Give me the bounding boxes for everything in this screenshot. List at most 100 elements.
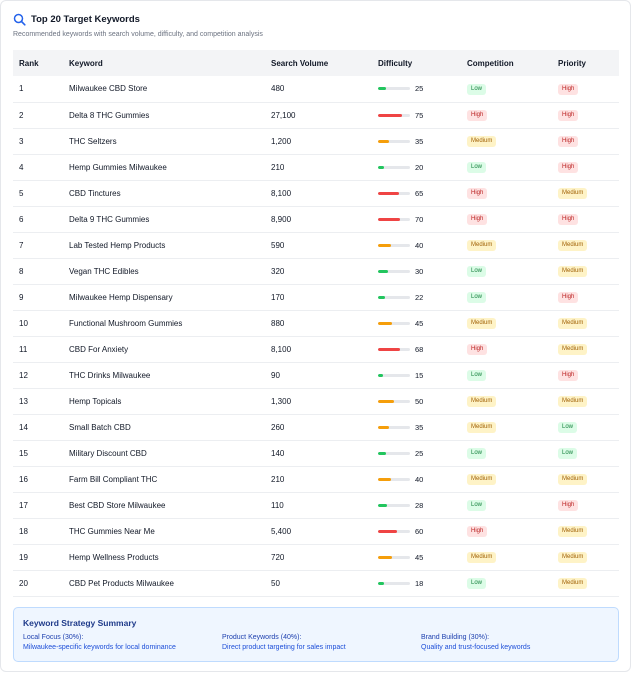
- priority-cell: High: [552, 284, 619, 310]
- rank-cell: 12: [19, 370, 28, 380]
- competition-cell: Medium: [461, 544, 552, 570]
- priority-badge: High: [558, 214, 579, 225]
- summary-heading: Product Keywords (40%):: [222, 634, 302, 641]
- table-row[interactable]: 19 Hemp Wellness Products 720 45 Medium Mediu…: [13, 544, 619, 570]
- search-volume-cell: 1,300: [271, 396, 292, 406]
- table-row[interactable]: 20 CBD Pet Products Milwaukee 50 18 Low Mediu…: [13, 570, 619, 596]
- rank-cell: 1: [19, 84, 24, 94]
- search-volume-cell: 1,200: [271, 136, 292, 146]
- keywords-table: Rank Keyword Search Volume Difficulty Co…: [13, 50, 619, 597]
- priority-badge: Medium: [558, 318, 588, 329]
- search-volume-cell: 210: [271, 474, 285, 484]
- difficulty-bar-fill: [378, 269, 388, 273]
- keyword-cell: Functional Mushroom Gummies: [69, 318, 183, 328]
- search-volume-cell: 480: [271, 84, 285, 94]
- priority-cell: Medium: [552, 310, 619, 336]
- search-icon: [13, 13, 26, 26]
- priority-badge: Medium: [558, 526, 588, 537]
- search-volume-cell: 8,100: [271, 188, 292, 198]
- summary-local-focus: Local Focus (30%): Milwaukee-specific ke…: [23, 634, 213, 651]
- difficulty-value: 30: [415, 266, 424, 276]
- priority-cell: High: [552, 128, 619, 154]
- competition-cell: Low: [461, 258, 552, 284]
- priority-cell: Medium: [552, 258, 619, 284]
- table-row[interactable]: 2 Delta 8 THC Gummies 27,100 75 High High: [13, 102, 619, 128]
- table-row[interactable]: 13 Hemp Topicals 1,300 50 Medium Medium: [13, 388, 619, 414]
- table-row[interactable]: 11 CBD For Anxiety 8,100 68 High Medium: [13, 336, 619, 362]
- rank-cell: 11: [19, 344, 28, 354]
- competition-badge: High: [467, 526, 488, 537]
- priority-badge: High: [558, 292, 579, 303]
- table-row[interactable]: 8 Vegan THC Edibles 320 30 Low Medium: [13, 258, 619, 284]
- table-row[interactable]: 9 Milwaukee Hemp Dispensary 170 22 Low High: [13, 284, 619, 310]
- rank-cell: 6: [19, 214, 24, 224]
- difficulty-value: 18: [415, 578, 424, 588]
- table-row[interactable]: 15 Military Discount CBD 140 25 Low Low: [13, 440, 619, 466]
- difficulty-cell: 65: [372, 180, 461, 206]
- column-header-difficulty[interactable]: Difficulty: [372, 50, 461, 76]
- difficulty-cell: 22: [372, 284, 461, 310]
- keyword-cell: THC Gummies Near Me: [69, 526, 155, 536]
- table-row[interactable]: 5 CBD Tinctures 8,100 65 High Medium: [13, 180, 619, 206]
- competition-cell: Low: [461, 440, 552, 466]
- difficulty-bar-track: [378, 295, 410, 299]
- column-header-rank[interactable]: Rank: [13, 50, 63, 76]
- difficulty-bar-track: [378, 451, 410, 455]
- table-row[interactable]: 18 THC Gummies Near Me 5,400 60 High Medium: [13, 518, 619, 544]
- difficulty-value: 35: [415, 422, 424, 432]
- table-row[interactable]: 3 THC Seltzers 1,200 35 Medium High: [13, 128, 619, 154]
- table-row[interactable]: 6 Delta 9 THC Gummies 8,900 70 High High: [13, 206, 619, 232]
- rank-cell: 18: [19, 526, 28, 536]
- difficulty-cell: 35: [372, 128, 461, 154]
- competition-badge: Low: [467, 162, 487, 173]
- difficulty-meter: 50: [378, 397, 461, 406]
- difficulty-cell: 25: [372, 440, 461, 466]
- table-row[interactable]: 10 Functional Mushroom Gummies 880 45 Medium…: [13, 310, 619, 336]
- search-volume-cell: 260: [271, 422, 285, 432]
- competition-cell: Low: [461, 492, 552, 518]
- column-header-keyword[interactable]: Keyword: [63, 50, 265, 76]
- rank-cell: 19: [19, 552, 28, 562]
- difficulty-bar-track: [378, 243, 410, 247]
- summary-heading: Brand Building (30%):: [421, 634, 490, 641]
- search-volume-cell: 320: [271, 266, 285, 276]
- difficulty-meter: 75: [378, 111, 461, 120]
- column-header-search-volume[interactable]: Search Volume: [265, 50, 372, 76]
- search-volume-cell: 27,100: [271, 110, 296, 120]
- column-header-priority[interactable]: Priority: [552, 50, 619, 76]
- table-row[interactable]: 4 Hemp Gummies Milwaukee 210 20 Low High: [13, 154, 619, 180]
- strategy-summary: Keyword Strategy Summary Local Focus (30…: [13, 607, 619, 662]
- keyword-cell: THC Seltzers: [69, 136, 117, 146]
- table-row[interactable]: 1 Milwaukee CBD Store 480 25 Low High: [13, 76, 619, 102]
- keyword-cell: Delta 9 THC Gummies: [69, 214, 150, 224]
- difficulty-value: 25: [415, 84, 424, 94]
- difficulty-meter: 35: [378, 137, 461, 146]
- rank-cell: 4: [19, 162, 24, 172]
- card-header: Top 20 Target Keywords Recommended keywo…: [13, 11, 618, 38]
- table-row[interactable]: 12 THC Drinks Milwaukee 90 15 Low High: [13, 362, 619, 388]
- competition-badge: Low: [467, 83, 487, 95]
- priority-badge: High: [558, 162, 579, 173]
- keyword-cell: CBD Pet Products Milwaukee: [69, 578, 174, 588]
- priority-badge: High: [558, 83, 579, 95]
- table-header-row: Rank Keyword Search Volume Difficulty Co…: [13, 50, 619, 76]
- competition-cell: High: [461, 206, 552, 232]
- difficulty-meter: 35: [378, 423, 461, 432]
- difficulty-bar-track: [378, 503, 410, 507]
- difficulty-bar-track: [378, 529, 410, 533]
- title-row: Top 20 Target Keywords: [13, 11, 618, 27]
- difficulty-meter: 40: [378, 241, 461, 250]
- keyword-cell: Lab Tested Hemp Products: [69, 240, 166, 250]
- difficulty-cell: 28: [372, 492, 461, 518]
- table-row[interactable]: 17 Best CBD Store Milwaukee 110 28 Low High: [13, 492, 619, 518]
- table-header: Rank Keyword Search Volume Difficulty Co…: [13, 50, 619, 76]
- table-row[interactable]: 14 Small Batch CBD 260 35 Medium Low: [13, 414, 619, 440]
- difficulty-bar-fill: [378, 451, 386, 455]
- rank-cell: 2: [19, 110, 24, 120]
- table-row[interactable]: 7 Lab Tested Hemp Products 590 40 Medium Medi…: [13, 232, 619, 258]
- table-row[interactable]: 16 Farm Bill Compliant THC 210 40 Medium Medi…: [13, 466, 619, 492]
- column-header-competition[interactable]: Competition: [461, 50, 552, 76]
- difficulty-cell: 75: [372, 102, 461, 128]
- difficulty-meter: 45: [378, 553, 461, 562]
- priority-badge: Medium: [558, 474, 588, 485]
